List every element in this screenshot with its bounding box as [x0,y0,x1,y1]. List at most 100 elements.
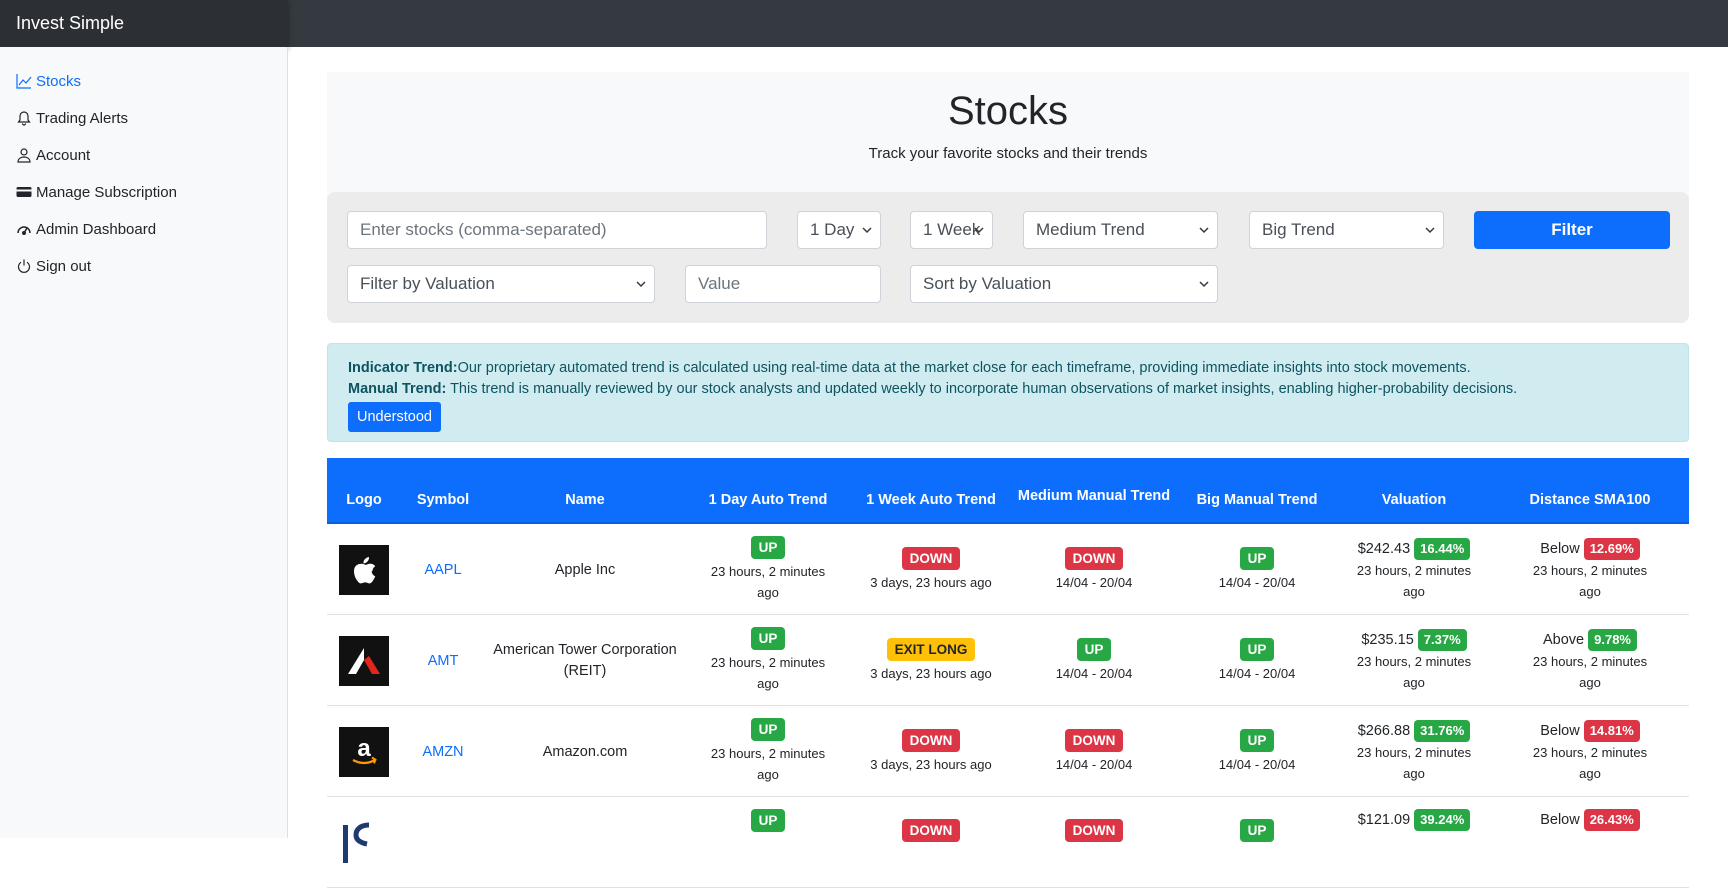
page-subtitle: Track your favorite stocks and their tre… [868,145,1148,162]
sidebar-item-label: Trading Alerts [36,109,128,127]
manual-trend-label: Manual Trend: [348,381,447,397]
indicator-trend-text: Our proprietary automated trend is calcu… [457,360,1471,376]
page-title: Stocks [947,89,1069,133]
header-symbol[interactable]: Symbol [401,458,485,524]
medium-trend-select[interactable]: Medium Trend [1023,211,1218,249]
date-range: 14/04 - 20/04 [1055,756,1133,772]
trend-badge: UP [1239,819,1275,842]
table-row[interactable]: AMT American Tower Corporation (REIT) UP… [327,615,1689,706]
american-tower-logo [339,635,389,686]
power-icon [17,259,31,273]
trend-badge: DOWN [901,819,961,842]
updated-time: 3 days, 23 hours ago [870,574,992,590]
updated-time: 3 days, 23 hours ago [870,665,992,681]
chevron-down-icon [1199,281,1209,288]
big-trend-value: Big Trend [1262,220,1335,239]
table-row[interactable]: UP DOWN DOWN UP $121.09 39.24% Below 26.43… [327,797,1689,888]
manual-trend-line: Manual Trend: This trend is manually rev… [348,379,1668,400]
updated-time: 23 hours, 2 minutes ago [1356,744,1472,781]
understood-button[interactable]: Understood [348,402,441,432]
brand-logo-text[interactable]: Invest Simple [0,0,288,47]
sidebar-item-trading-alerts[interactable]: Trading Alerts [16,106,128,130]
valuation-badge: 39.24% [1414,809,1471,831]
week-trend-value: 1 Week [923,220,981,239]
table-header: Logo Symbol Name 1 Day Auto Trend 1 Week… [327,458,1689,524]
valuation-filter-select[interactable]: Filter by Valuation [347,265,655,303]
header-big-manual-trend[interactable]: Big Manual Trend [1177,458,1337,524]
apple-logo [339,544,389,595]
sma-direction: Above [1543,631,1585,648]
sma-direction: Below [1540,540,1580,557]
valuation-badge: 7.37% [1417,628,1467,651]
sidebar-item-stocks[interactable]: Stocks [16,69,81,93]
sort-valuation-value: Sort by Valuation [923,274,1052,293]
main-content: Stocks Track your favorite stocks and th… [288,47,1728,888]
chevron-down-icon [1425,227,1435,234]
distance-badge: 26.43% [1583,809,1640,831]
trend-badge: EXIT LONG [886,637,976,661]
price-value: $235.15 [1361,631,1414,648]
date-range: 14/04 - 20/04 [1218,756,1296,772]
table-row[interactable]: AAPL Apple Inc UP 23 hours, 2 minutes ag… [327,524,1689,615]
svg-text:a: a [357,735,371,762]
value-input[interactable]: Value [685,265,881,303]
trend-badge: UP [750,809,786,832]
symbol-link[interactable]: AMT [428,653,459,669]
day-trend-select[interactable]: 1 Day [797,211,881,249]
filter-button[interactable]: Filter [1474,211,1670,249]
sidebar-item-sign-out[interactable]: Sign out [16,254,91,278]
valuation-badge: 31.76% [1414,719,1471,742]
sidebar-item-manage-subscription[interactable]: Manage Subscription [16,180,177,204]
trend-badge: UP [1076,637,1112,661]
day-trend-value: 1 Day [810,220,855,239]
updated-time: 23 hours, 2 minutes ago [710,746,826,782]
header-distance-sma100[interactable]: Distance SMA100 [1491,458,1689,524]
sma-direction: Below [1540,722,1580,739]
symbol-link[interactable]: AMZN [422,744,463,760]
header-medium-manual-trend[interactable]: Medium Manual Trend [1011,458,1177,524]
table-row[interactable]: a AMZN Amazon.com UP 23 hours, 2 minutes… [327,706,1689,797]
chart-line-icon [16,74,32,89]
chevron-down-icon [974,227,984,234]
chevron-down-icon [636,281,646,288]
date-range: 14/04 - 20/04 [1055,574,1133,590]
trend-badge: UP [750,536,786,559]
trend-badge: DOWN [901,728,961,752]
distance-badge: 9.78% [1588,628,1637,651]
credit-card-icon [16,187,32,197]
stocks-input[interactable]: Enter stocks (comma-separated) [347,211,767,249]
header-week-auto-trend[interactable]: 1 Week Auto Trend [851,458,1011,524]
medium-trend-value: Medium Trend [1036,220,1145,239]
updated-time: 23 hours, 2 minutes ago [1532,744,1648,781]
stocks-table: Logo Symbol Name 1 Day Auto Trend 1 Week… [327,458,1689,888]
price-value: $242.43 [1357,540,1411,557]
date-range: 14/04 - 20/04 [1055,665,1133,681]
sma-direction: Below [1540,812,1580,828]
filter-panel: Enter stocks (comma-separated) 1 Day 1 W… [327,192,1689,323]
big-trend-select[interactable]: Big Trend [1249,211,1444,249]
trend-badge: DOWN [901,546,961,570]
price-value: $121.09 [1357,812,1411,828]
stock-logo [339,813,389,863]
speedometer-icon [17,226,31,235]
chevron-down-icon [862,227,872,234]
stock-name: Apple Inc [554,561,616,578]
header-name[interactable]: Name [485,458,685,524]
trend-badge: DOWN [1064,546,1124,570]
amazon-logo: a [339,726,389,777]
header-day-auto-trend[interactable]: 1 Day Auto Trend [685,458,851,524]
stock-name: American Tower Corporation (REIT) [493,641,677,679]
header-logo[interactable]: Logo [327,458,401,524]
trend-badge: DOWN [1064,728,1124,752]
symbol-link[interactable]: AAPL [424,562,461,578]
chevron-down-icon [1199,227,1209,234]
sidebar-item-account[interactable]: Account [16,143,90,167]
header-valuation[interactable]: Valuation [1337,458,1491,524]
week-trend-select[interactable]: 1 Week [910,211,993,249]
sort-valuation-select[interactable]: Sort by Valuation [910,265,1218,303]
indicator-trend-label: Indicator Trend: [348,360,458,376]
valuation-badge: 16.44% [1414,537,1471,560]
updated-time: 23 hours, 2 minutes ago [1356,562,1472,599]
sidebar-item-admin-dashboard[interactable]: Admin Dashboard [16,217,156,241]
date-range: 14/04 - 20/04 [1218,574,1296,590]
